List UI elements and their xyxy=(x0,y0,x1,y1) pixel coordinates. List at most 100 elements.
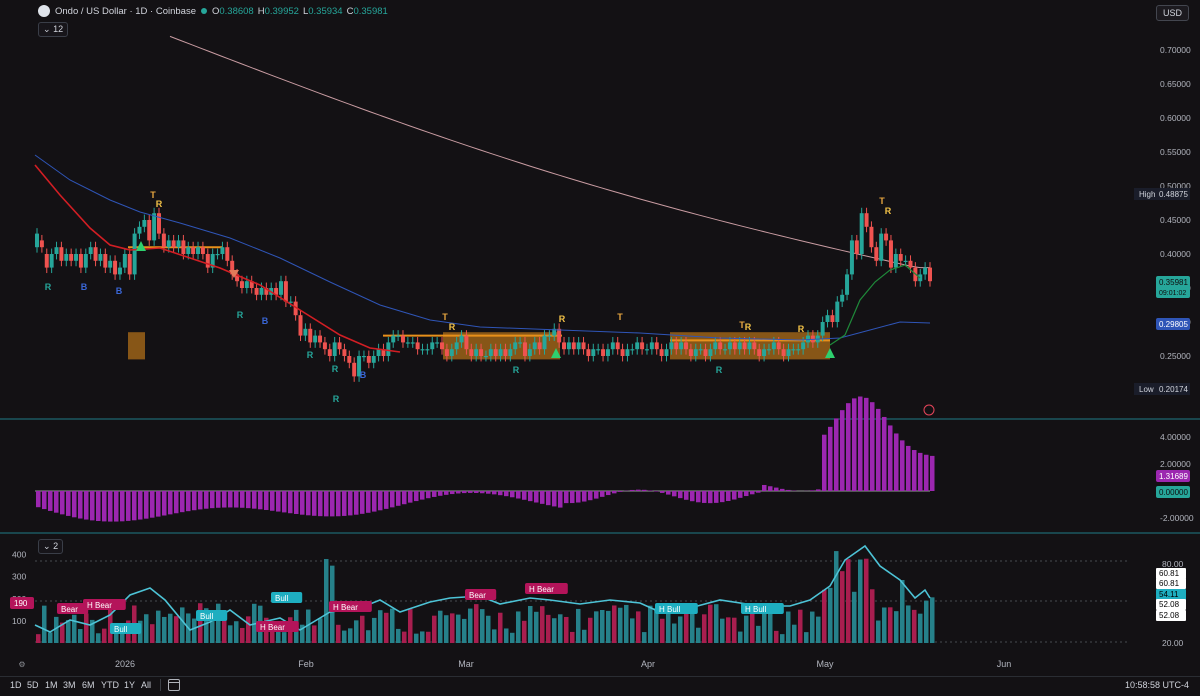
osc-bar xyxy=(612,491,617,493)
timeframe-button-6m[interactable]: 6M xyxy=(82,680,95,690)
divergence-tag-text: H Bull xyxy=(659,605,681,614)
symbol-title[interactable]: Ondo / US Dollar · 1D · Coinbase xyxy=(55,6,196,17)
osc-bar xyxy=(840,410,845,491)
price-axis-tick: 0.55000 xyxy=(1160,147,1191,157)
indicator-toggle-button[interactable]: ⌄ 12 xyxy=(38,22,68,37)
osc-bar xyxy=(720,491,725,502)
volume-bar xyxy=(462,619,467,643)
timeframe-button-1m[interactable]: 1M xyxy=(45,680,58,690)
ma-green-line xyxy=(830,265,920,345)
timeframe-button-1y[interactable]: 1Y xyxy=(124,680,135,690)
timeframe-button-ytd[interactable]: YTD xyxy=(101,680,119,690)
candle-body xyxy=(616,342,620,349)
volume-bar xyxy=(432,616,437,643)
volume-bar xyxy=(354,620,359,643)
timeframe-button-5d[interactable]: 5D xyxy=(27,680,39,690)
candle-body xyxy=(918,274,922,281)
chart-canvas[interactable]: 0.700000.650000.600000.550000.500000.450… xyxy=(0,0,1200,695)
osc-bar xyxy=(492,491,497,494)
volume-bar xyxy=(894,611,899,643)
candle-body xyxy=(430,342,434,349)
candle-body xyxy=(591,349,595,356)
volume-indicator-toggle-button[interactable]: ⌄ 2 xyxy=(38,539,63,554)
divergence-tag-text: H Bear xyxy=(333,603,358,612)
volume-bar xyxy=(522,621,527,643)
candle-body xyxy=(533,342,537,349)
signal-label: T xyxy=(879,196,885,206)
volume-bar xyxy=(402,632,407,643)
volume-indicator-count: 2 xyxy=(53,541,58,551)
candle-body xyxy=(69,254,73,261)
timeframe-button-1d[interactable]: 1D xyxy=(10,680,22,690)
volume-tag-value: 190 xyxy=(14,599,28,608)
osc-axis-tick: -2.00000 xyxy=(1160,513,1194,523)
volume-bar xyxy=(534,612,539,643)
osc-bar xyxy=(312,491,317,516)
candle-body xyxy=(674,342,678,349)
osc-bar xyxy=(432,491,437,497)
live-indicator-dot xyxy=(201,8,207,14)
timeframe-button-all[interactable]: All xyxy=(141,680,151,690)
divergence-tag-text: Bull xyxy=(275,594,289,603)
volume-bar xyxy=(798,610,803,643)
candle-body xyxy=(191,247,195,254)
osc-value: 1.31689 xyxy=(1159,472,1188,481)
price-axis-tick: 0.40000 xyxy=(1160,249,1191,259)
osc-bar xyxy=(756,491,761,493)
volume-bar xyxy=(858,560,863,643)
candle-body xyxy=(630,349,634,350)
low-value: 0.35934 xyxy=(308,6,342,17)
currency-button[interactable]: USD xyxy=(1156,5,1189,21)
calendar-icon[interactable] xyxy=(168,679,180,691)
volume-bar xyxy=(702,614,707,643)
low-value: 0.20174 xyxy=(1159,385,1188,394)
candle-body xyxy=(391,336,395,343)
candle-body xyxy=(303,329,307,336)
volume-bar xyxy=(216,604,221,643)
osc-bar xyxy=(570,491,575,503)
candle-body xyxy=(484,356,488,357)
volume-bar xyxy=(438,611,443,643)
candle-body xyxy=(177,240,181,247)
osc-bar xyxy=(666,491,671,495)
candle-body xyxy=(508,349,512,356)
candle-body xyxy=(64,254,68,261)
consolidation-box xyxy=(128,332,145,359)
time-axis-label: 2026 xyxy=(115,659,135,669)
clock[interactable]: 10:58:58 UTC-4 xyxy=(1125,680,1189,690)
volume-bar xyxy=(450,613,455,643)
timeframe-button-3m[interactable]: 3M xyxy=(63,680,76,690)
candle-body xyxy=(196,247,200,254)
osc-bar xyxy=(336,491,341,516)
candle-body xyxy=(464,336,468,350)
osc-bar xyxy=(732,491,737,500)
signal-label: R xyxy=(156,199,163,209)
osc-bar xyxy=(930,456,935,491)
candle-body xyxy=(640,342,644,349)
candle-body xyxy=(89,247,93,254)
signal-label: R xyxy=(45,282,52,292)
divergence-tag-text: Bull xyxy=(114,625,128,634)
candle-body xyxy=(664,349,668,356)
volume-bar xyxy=(876,621,881,643)
volume-bar xyxy=(852,592,857,643)
osc-bar xyxy=(306,491,311,515)
chevron-down-icon: ⌄ xyxy=(43,24,51,34)
volume-bar xyxy=(360,616,365,643)
volume-bar xyxy=(426,632,431,643)
volume-bar xyxy=(540,606,545,643)
osc-bar xyxy=(750,491,755,494)
osc-bar xyxy=(528,491,533,501)
candle-body xyxy=(45,254,49,268)
osc-bar xyxy=(102,491,107,521)
candle-body xyxy=(908,261,912,268)
volume-bar xyxy=(786,612,791,643)
ma-200-line xyxy=(170,36,930,267)
candle-body xyxy=(611,342,615,349)
chart-header: Ondo / US Dollar · 1D · CoinbaseO0.38608… xyxy=(55,6,392,17)
osc-bar xyxy=(924,455,929,491)
candle-body xyxy=(899,254,903,261)
divergence-tag-text: Bear xyxy=(61,605,78,614)
osc-bar xyxy=(360,491,365,514)
osc-bar xyxy=(252,491,257,509)
